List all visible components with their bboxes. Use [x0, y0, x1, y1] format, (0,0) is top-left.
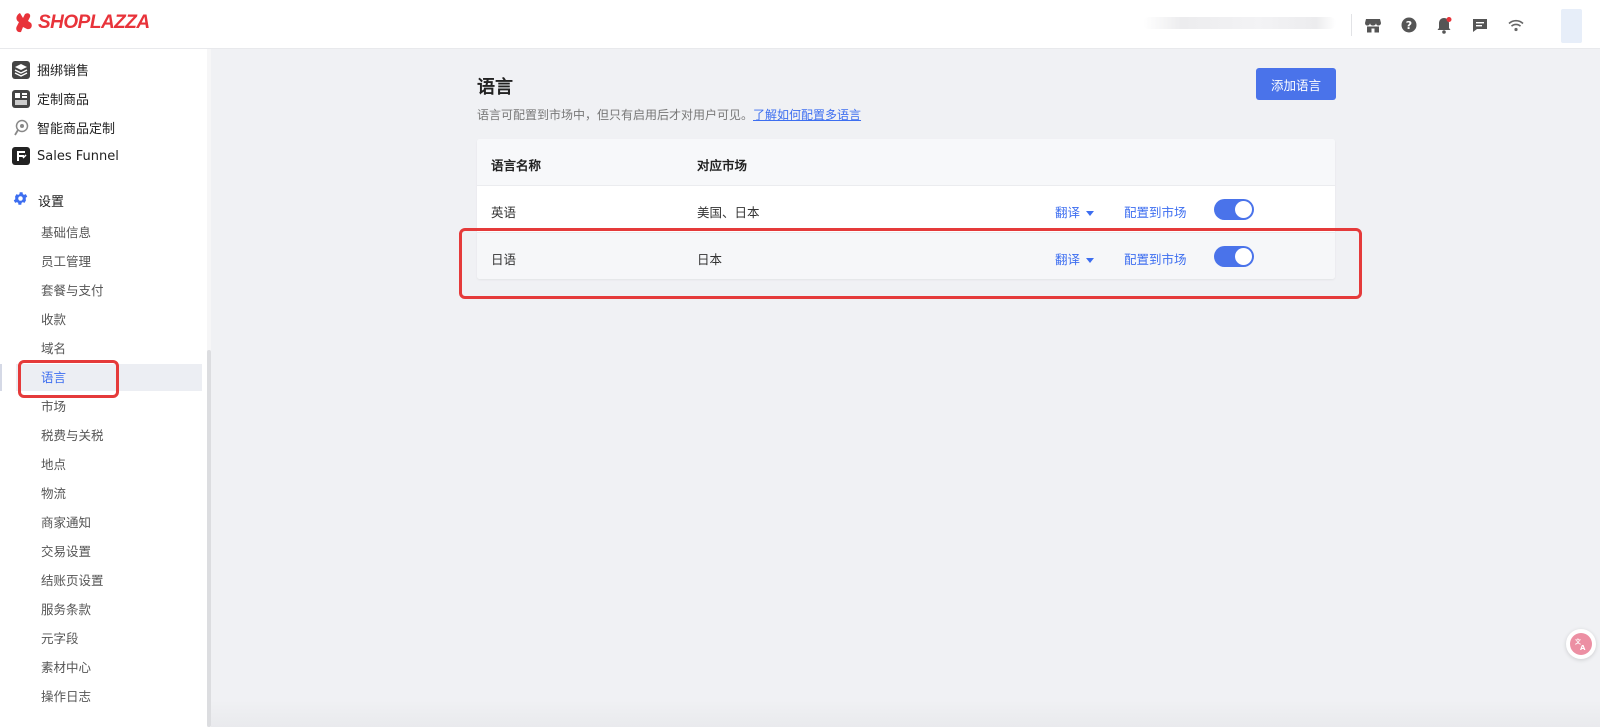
language-enabled-toggle[interactable] [1214, 199, 1254, 220]
layers-icon [12, 60, 30, 79]
translate-widget-button[interactable]: 文A [1566, 629, 1596, 659]
customize-icon [12, 89, 30, 108]
sidebar-item-notifications[interactable]: 商家通知 [41, 512, 91, 531]
translate-label: 翻译 [1055, 205, 1081, 220]
caret-down-icon [1086, 211, 1095, 216]
sidebar-item-checkout-page[interactable]: 结账页设置 [41, 570, 104, 589]
description-text: 语言可配置到市场中，但只有启用后才对用户可见。 [477, 108, 754, 122]
table-header: 语言名称 对应市场 [477, 139, 1335, 186]
configure-market-link[interactable]: 配置到市场 [1124, 202, 1187, 221]
brand-name: SHOPLAZZA [38, 12, 150, 33]
shoplazza-logo-icon [16, 13, 32, 33]
column-header-name: 语言名称 [491, 158, 542, 173]
sidebar-item-settings[interactable]: 设置 [12, 190, 64, 211]
table-row: 英语 美国、日本 翻译 配置到市场 [477, 186, 1335, 233]
add-language-button[interactable]: 添加语言 [1256, 68, 1336, 100]
sidebar-item-label: 捆绑销售 [37, 64, 90, 79]
active-indicator [0, 364, 2, 391]
sidebar-item-shipping[interactable]: 物流 [41, 483, 66, 502]
sidebar-item-policies[interactable]: 服务条款 [41, 599, 91, 618]
svg-text:?: ? [1406, 19, 1412, 32]
bell-icon[interactable] [1434, 15, 1454, 35]
sidebar-item-label: 智能商品定制 [37, 122, 116, 137]
gear-icon [12, 190, 29, 211]
sidebar-item-label: Sales Funnel [37, 148, 119, 164]
sidebar-item-plan-billing[interactable]: 套餐与支付 [41, 280, 104, 299]
translate-dropdown[interactable]: 翻译 [1055, 202, 1095, 221]
sidebar-item-basic-info[interactable]: 基础信息 [41, 222, 91, 241]
store-icon[interactable] [1363, 15, 1383, 35]
svg-text:A: A [1580, 644, 1586, 651]
store-name-blurred[interactable] [1143, 17, 1336, 29]
sidebar-item-custom-product[interactable]: 定制商品 [12, 89, 89, 108]
sidebar-item-smart-custom[interactable]: 智能商品定制 [12, 118, 115, 137]
column-header-market: 对应市场 [697, 158, 748, 173]
sidebar-item-payments[interactable]: 收款 [41, 309, 66, 328]
translate-icon: 文A [1570, 633, 1592, 655]
sidebar-item-label: 定制商品 [37, 93, 90, 108]
sidebar-scrollbar-thumb[interactable] [207, 350, 211, 727]
avatar[interactable] [1561, 9, 1582, 43]
funnel-app-icon [12, 147, 30, 165]
header-divider [1351, 14, 1352, 36]
chat-icon[interactable] [1470, 15, 1490, 35]
sidebar-item-activity-log[interactable]: 操作日志 [41, 686, 91, 705]
toggle-knob [1235, 201, 1252, 218]
sidebar-item-domains[interactable]: 域名 [41, 338, 66, 357]
sidebar-item-locations[interactable]: 地点 [41, 454, 66, 473]
sidebar-item-sales-funnel[interactable]: Sales Funnel [12, 147, 119, 165]
page-description: 语言可配置到市场中，但只有启用后才对用户可见。了解如何配置多语言 [477, 106, 861, 123]
sidebar-item-markets[interactable]: 市场 [41, 396, 66, 415]
ai-custom-icon [12, 119, 30, 137]
wifi-icon[interactable] [1506, 15, 1526, 35]
sidebar-item-staff[interactable]: 员工管理 [41, 251, 91, 270]
highlight-box-japanese-row [459, 228, 1362, 299]
page-title: 语言 [477, 77, 513, 98]
highlight-box-language-menu [18, 360, 119, 398]
bottom-edge [211, 700, 1600, 727]
sidebar-item-assets[interactable]: 素材中心 [41, 657, 91, 676]
settings-label: 设置 [38, 195, 65, 210]
sidebar-item-checkout-settings[interactable]: 交易设置 [41, 541, 91, 560]
sidebar-item-taxes[interactable]: 税费与关税 [41, 425, 104, 444]
sidebar-item-bundle-sales[interactable]: 捆绑销售 [12, 60, 89, 79]
top-bar: SHOPLAZZA ? [0, 0, 1600, 49]
shoplazza-logo[interactable]: SHOPLAZZA [14, 12, 150, 34]
language-markets: 美国、日本 [697, 205, 760, 220]
help-link[interactable]: 了解如何配置多语言 [753, 108, 861, 122]
language-name: 英语 [491, 205, 517, 220]
sidebar-item-metafields[interactable]: 元字段 [41, 628, 79, 647]
help-icon[interactable]: ? [1399, 15, 1419, 35]
